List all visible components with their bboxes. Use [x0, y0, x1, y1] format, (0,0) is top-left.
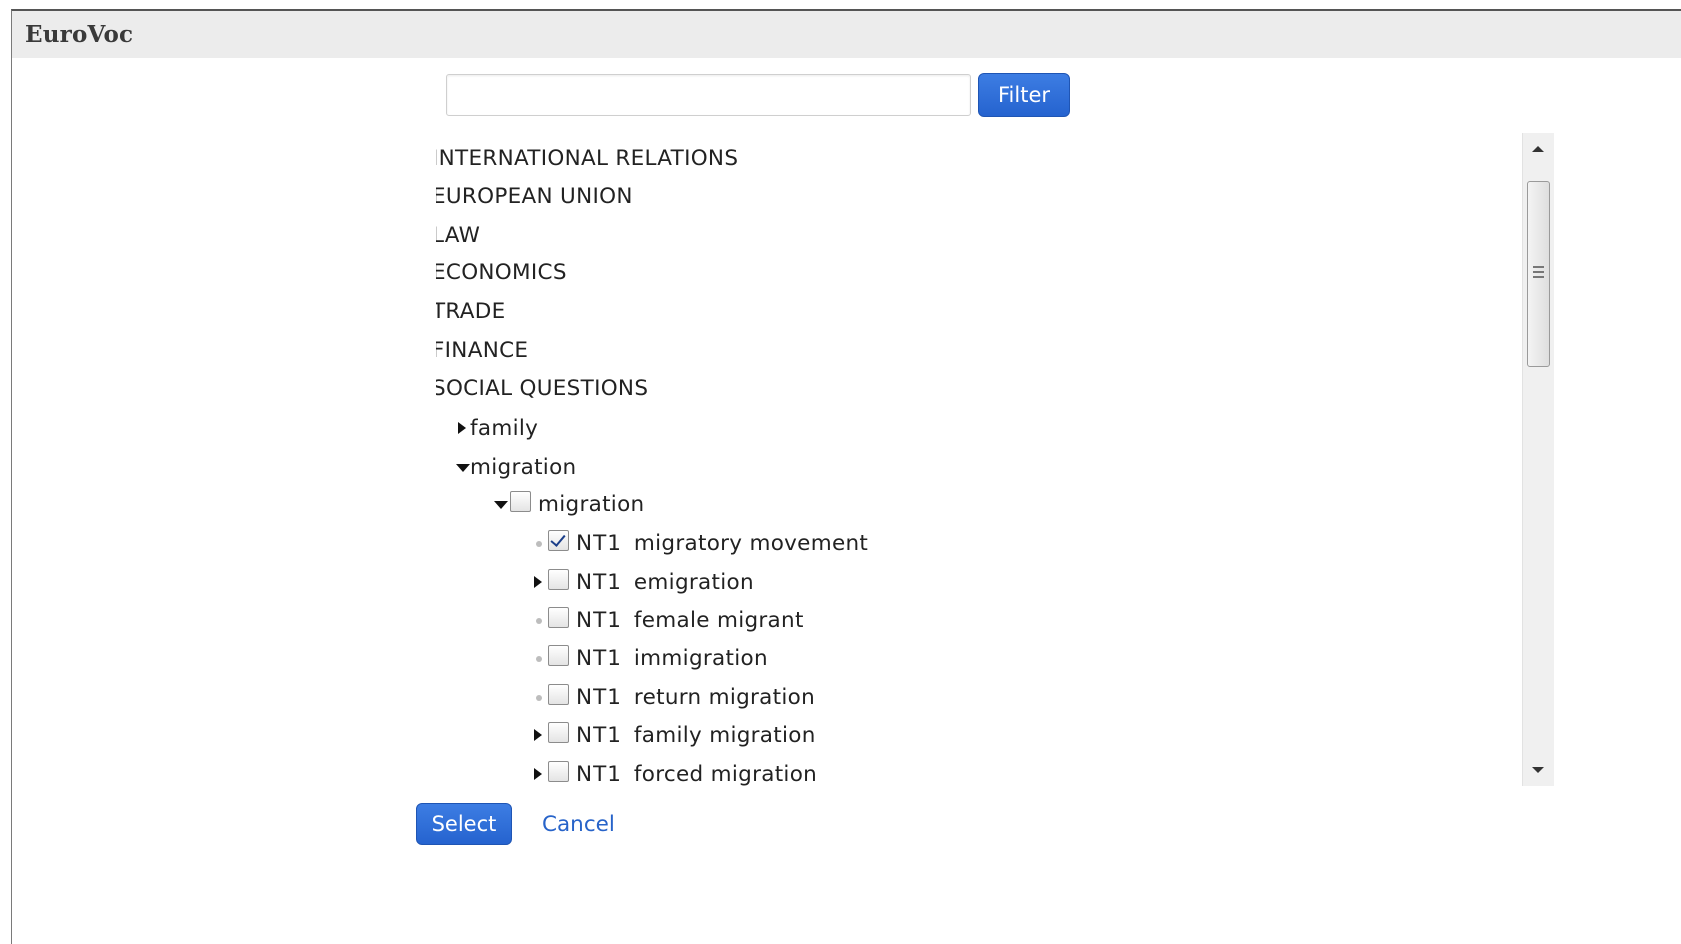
tree-node-label: TRADE — [436, 298, 506, 324]
scrollbar-thumb[interactable] — [1527, 181, 1550, 367]
tree-node-label: FINANCE — [436, 337, 529, 363]
nt-prefix: NT1 — [576, 761, 622, 787]
checkbox-migration[interactable] — [510, 490, 531, 512]
collapse-arrow-icon[interactable] — [456, 459, 470, 475]
tree-term-label: migration — [538, 491, 645, 517]
filter-input[interactable] — [446, 74, 971, 116]
expand-arrow-icon[interactable] — [532, 766, 546, 782]
bullet-dot-icon — [532, 650, 546, 666]
tree-node-label: migration — [470, 454, 577, 480]
tree-term-label: migratory movement — [633, 530, 869, 556]
tree-node-finance[interactable]: FINANCE — [436, 333, 528, 367]
nt-prefix: NT1 — [576, 569, 622, 595]
tree-node-migration-group[interactable]: migration — [456, 450, 576, 484]
eurovoc-tree: INTERNATIONAL RELATIONS EUROPEAN UNION L… — [436, 131, 1631, 844]
tree-term-migratory-movement[interactable]: NT1 migratory movement — [532, 526, 868, 560]
tree-term-label: return migration — [633, 684, 816, 710]
tree-term-emigration[interactable]: NT1 emigration — [532, 565, 754, 599]
tree-node-international-relations[interactable]: INTERNATIONAL RELATIONS — [436, 141, 738, 175]
expand-arrow-icon[interactable] — [456, 420, 470, 436]
tree-node-label: ECONOMICS — [436, 259, 567, 285]
tree-node-european-union[interactable]: EUROPEAN UNION — [436, 179, 633, 213]
tree-node-label: EUROPEAN UNION — [436, 183, 633, 209]
tree-term-label: female migrant — [633, 607, 804, 633]
bullet-dot-icon — [532, 689, 546, 705]
filter-button[interactable]: Filter — [978, 73, 1070, 117]
expand-arrow-icon[interactable] — [532, 727, 546, 743]
tree-term-female-migrant[interactable]: NT1 female migrant — [532, 603, 804, 637]
tree-node-law[interactable]: LAW — [436, 218, 480, 252]
checkbox-emigration[interactable] — [548, 568, 569, 590]
dialog-titlebar[interactable]: EuroVoc — [12, 11, 1681, 58]
tree-node-family[interactable]: family — [456, 411, 538, 445]
collapse-arrow-icon[interactable] — [494, 496, 508, 512]
tree-term-label: immigration — [633, 645, 768, 671]
checkbox-return-migration[interactable] — [548, 683, 569, 705]
nt-prefix: NT1 — [576, 530, 622, 556]
tree-term-immigration[interactable]: NT1 immigration — [532, 641, 768, 675]
nt-prefix: NT1 — [576, 645, 622, 671]
tree-node-trade[interactable]: TRADE — [436, 294, 506, 328]
scroll-down-icon[interactable] — [1532, 767, 1544, 773]
tree-term-return-migration[interactable]: NT1 return migration — [532, 680, 815, 714]
checkbox-immigration[interactable] — [548, 644, 569, 666]
bullet-dot-icon — [532, 535, 546, 551]
checkbox-migratory-movement[interactable] — [548, 529, 569, 551]
nt-prefix: NT1 — [576, 722, 622, 748]
checkbox-family-migration[interactable] — [548, 721, 569, 743]
dialog-footer: Select Cancel — [416, 803, 615, 845]
tree-node-label: SOCIAL QUESTIONS — [436, 375, 649, 401]
tree-term-family-migration[interactable]: NT1 family migration — [532, 718, 816, 752]
tree-term-label: emigration — [633, 569, 754, 595]
select-button[interactable]: Select — [416, 803, 512, 845]
nt-prefix: NT1 — [576, 684, 622, 710]
scroll-up-icon[interactable] — [1532, 146, 1544, 152]
tree-scrollbar[interactable] — [1522, 133, 1554, 786]
tree-term-label: forced migration — [633, 761, 818, 787]
tree-node-social-questions[interactable]: SOCIAL QUESTIONS — [436, 371, 648, 405]
tree-term-label: family migration — [633, 722, 816, 748]
filter-row: Filter — [446, 73, 1070, 117]
checkbox-female-migrant[interactable] — [548, 606, 569, 628]
tree-node-economics[interactable]: ECONOMICS — [436, 255, 567, 289]
dialog-title: EuroVoc — [25, 21, 134, 48]
tree-node-label: family — [470, 415, 539, 441]
grip-icon — [1533, 266, 1544, 278]
tree-term-forced-migration[interactable]: NT1 forced migration — [532, 757, 817, 791]
tree-node-label: INTERNATIONAL RELATIONS — [436, 145, 739, 171]
tree-node-label: LAW — [436, 222, 481, 248]
tree-term-migration[interactable]: migration — [494, 487, 644, 521]
checkbox-forced-migration[interactable] — [548, 760, 569, 782]
cancel-link[interactable]: Cancel — [542, 812, 615, 837]
nt-prefix: NT1 — [576, 607, 622, 633]
bullet-dot-icon — [532, 612, 546, 628]
expand-arrow-icon[interactable] — [532, 574, 546, 590]
